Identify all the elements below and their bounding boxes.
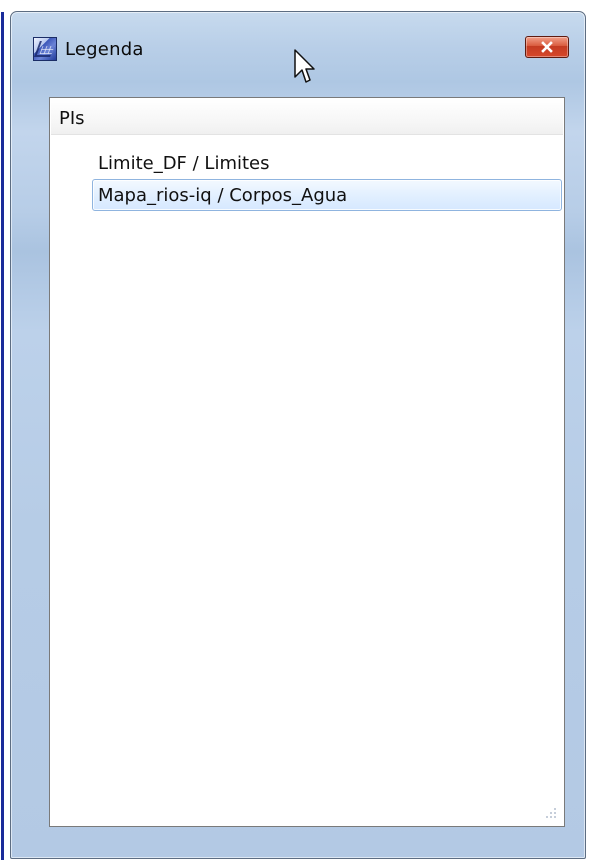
pointer-cursor-icon [294,49,315,83]
list-item[interactable]: Limite_DF / Limites [92,147,562,179]
resize-grip-icon[interactable] [544,806,558,820]
window-title: Legenda [65,39,144,60]
list-item-label: Limite_DF / Limites [98,152,270,174]
app-icon [33,37,57,61]
section-title: PIs [59,108,85,129]
legend-list: Limite_DF / Limites Mapa_rios-iq / Corpo… [50,147,564,211]
close-icon [541,41,553,53]
legend-window: Legenda PIs Limite_DF / Limites Mapa_rio… [1,11,586,860]
close-button[interactable] [525,36,569,58]
title-bar[interactable]: Legenda [11,12,585,83]
legend-panel: PIs Limite_DF / Limites Mapa_rios-iq / C… [49,97,565,827]
list-item-selected[interactable]: Mapa_rios-iq / Corpos_Agua [92,179,562,211]
list-item-label: Mapa_rios-iq / Corpos_Agua [98,184,348,206]
section-header: PIs [51,99,563,135]
